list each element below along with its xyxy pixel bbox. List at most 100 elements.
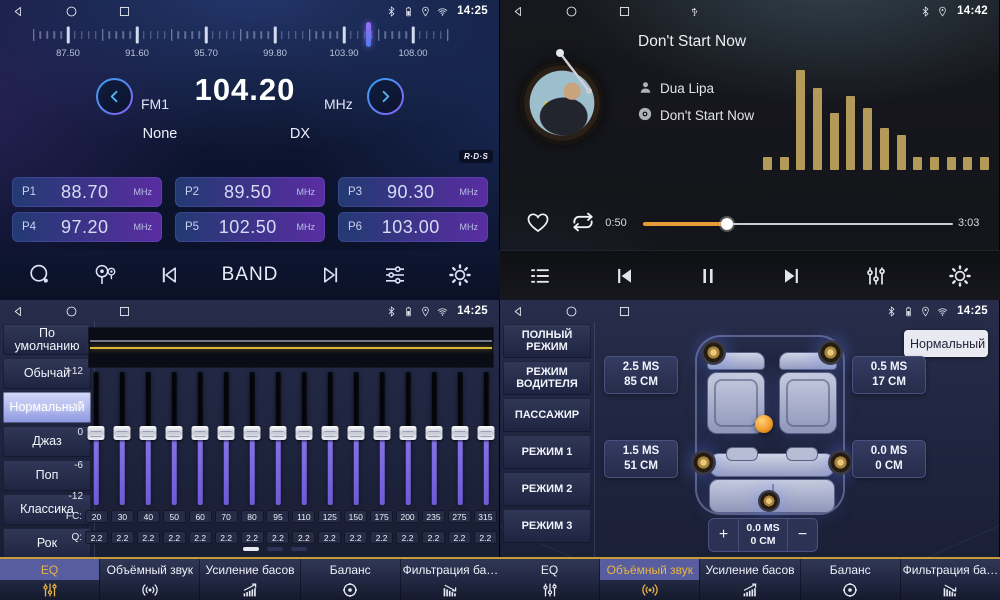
home-icon[interactable] [65, 305, 78, 318]
tab-balance[interactable]: Баланс [801, 559, 901, 600]
preset-button-p3[interactable]: P390.30MHz [338, 177, 488, 207]
slider-knob[interactable] [270, 426, 287, 440]
eq-band-slider[interactable] [111, 372, 133, 505]
seek-down-button[interactable] [96, 78, 133, 115]
recents-icon[interactable] [118, 5, 131, 18]
next-station-icon[interactable] [319, 263, 343, 287]
preset-button-p1[interactable]: P188.70MHz [12, 177, 162, 207]
tab-filter[interactable]: Фильтрация ба… [401, 559, 500, 600]
slider-knob[interactable] [374, 426, 391, 440]
listening-mode-item[interactable]: РЕЖИМ 2 [503, 472, 591, 506]
search-icon[interactable] [28, 263, 52, 287]
home-icon[interactable] [565, 5, 578, 18]
progress-bar[interactable] [643, 216, 953, 232]
playlist-icon[interactable] [528, 264, 552, 288]
slider-knob[interactable] [166, 426, 183, 440]
recents-icon[interactable] [618, 305, 631, 318]
tab-filter[interactable]: Фильтрация ба… [901, 559, 1000, 600]
favorite-heart-icon[interactable] [525, 209, 551, 235]
back-icon[interactable] [512, 305, 525, 318]
listening-mode-item[interactable]: РЕЖИМ ВОДИТЕЛЯ [503, 361, 591, 395]
q-row: 2.22.22.22.22.22.22.22.22.22.22.22.22.22… [85, 531, 497, 544]
tab-bass-boost[interactable]: Усиление басов [700, 559, 800, 600]
listening-mode-item[interactable]: ПОЛНЫЙ РЕЖИМ [503, 324, 591, 358]
slider-knob[interactable] [114, 426, 131, 440]
rear-left-delay-button[interactable]: 1.5 MS 51 CM [604, 440, 678, 478]
tab-eq[interactable]: EQ [0, 559, 100, 600]
eq-band-slider[interactable] [475, 372, 497, 505]
slider-knob[interactable] [426, 426, 443, 440]
frequency-ruler[interactable]: 87.5091.6095.7099.80103.90108.00 [0, 21, 500, 61]
listening-mode-item[interactable]: ПАССАЖИР [503, 398, 591, 432]
front-right-delay-button[interactable]: 0.5 MS 17 CM [852, 356, 926, 394]
rear-right-delay-button[interactable]: 0.0 MS 0 CM [852, 440, 926, 478]
tab-bass-boost[interactable]: Усиление басов [200, 559, 300, 600]
slider-knob[interactable] [452, 426, 469, 440]
tab-label: Объёмный звук [100, 559, 199, 580]
recents-icon[interactable] [618, 5, 631, 18]
home-icon[interactable] [565, 305, 578, 318]
tab-surround[interactable]: Объёмный звук [100, 559, 200, 600]
home-icon[interactable] [65, 5, 78, 18]
eq-band-slider[interactable] [85, 372, 107, 505]
equalizer-icon[interactable] [383, 263, 407, 287]
tab-surround[interactable]: Объёмный звук [600, 559, 700, 600]
eq-band-slider[interactable] [241, 372, 263, 505]
slider-knob[interactable] [322, 426, 339, 440]
preset-button-p6[interactable]: P6103.00MHz [338, 212, 488, 242]
equalizer-icon[interactable] [864, 264, 888, 288]
eq-band-slider[interactable] [423, 372, 445, 505]
recents-icon[interactable] [118, 305, 131, 318]
eq-band-slider[interactable] [267, 372, 289, 505]
back-icon[interactable] [12, 5, 25, 18]
settings-gear-icon[interactable] [948, 264, 972, 288]
eq-band-slider[interactable] [371, 372, 393, 505]
listening-mode-item[interactable]: РЕЖИМ 3 [503, 509, 591, 543]
slider-knob[interactable] [400, 426, 417, 440]
slider-knob[interactable] [140, 426, 157, 440]
preset-button-p5[interactable]: P5102.50MHz [175, 212, 325, 242]
eq-band-slider[interactable] [397, 372, 419, 505]
eq-band-slider[interactable] [137, 372, 159, 505]
slider-knob[interactable] [296, 426, 313, 440]
preset-button-p2[interactable]: P289.50MHz [175, 177, 325, 207]
slider-knob[interactable] [244, 426, 261, 440]
slider-knob[interactable] [192, 426, 209, 440]
slider-knob[interactable] [478, 426, 495, 440]
tab-eq[interactable]: EQ [500, 559, 600, 600]
delay-cm: 51 CM [624, 459, 658, 474]
eq-preset-item[interactable]: По умолчанию [3, 324, 91, 355]
back-icon[interactable] [512, 5, 525, 18]
eq-band-slider[interactable] [293, 372, 315, 505]
repeat-icon[interactable] [570, 209, 596, 235]
seek-up-button[interactable] [367, 78, 404, 115]
slider-knob[interactable] [88, 426, 105, 440]
slider-knob[interactable] [218, 426, 235, 440]
ruler-tick [157, 31, 159, 39]
eq-band-slider[interactable] [319, 372, 341, 505]
front-left-delay-button[interactable]: 2.5 MS 85 CM [604, 356, 678, 394]
next-track-icon[interactable] [780, 264, 804, 288]
delay-increase-button[interactable]: + [709, 519, 738, 551]
listening-mode-item[interactable]: РЕЖИМ 1 [503, 435, 591, 469]
back-icon[interactable] [12, 305, 25, 318]
settings-gear-icon[interactable] [448, 263, 472, 287]
eq-band-slider[interactable] [215, 372, 237, 505]
band-button[interactable]: BAND [222, 264, 279, 286]
eq-band-slider[interactable] [163, 372, 185, 505]
preset-button-p4[interactable]: P497.20MHz [12, 212, 162, 242]
pause-icon[interactable] [696, 264, 720, 288]
progress-knob[interactable] [721, 218, 733, 230]
previous-station-icon[interactable] [157, 263, 181, 287]
slider-knob[interactable] [348, 426, 365, 440]
listening-position-marker[interactable] [755, 415, 773, 433]
eq-band-slider[interactable] [449, 372, 471, 505]
eq-band-slider[interactable] [189, 372, 211, 505]
delay-decrease-button[interactable]: − [788, 519, 817, 551]
radio-broadcast-icon[interactable] [93, 263, 117, 287]
previous-track-icon[interactable] [612, 264, 636, 288]
eq-band-slider[interactable] [345, 372, 367, 505]
tab-balance[interactable]: Баланс [301, 559, 401, 600]
ruler-tick [171, 29, 173, 41]
profile-button[interactable]: Нормальный [904, 330, 988, 357]
